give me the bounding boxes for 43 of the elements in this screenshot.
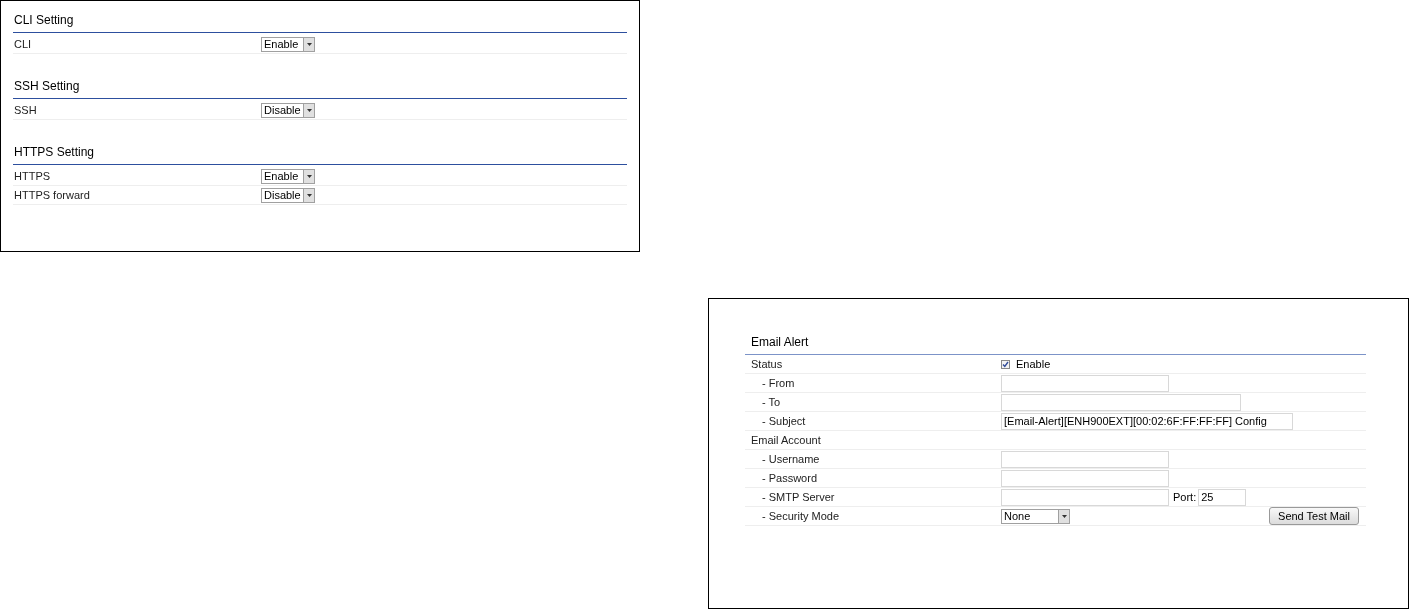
caret-icon	[303, 37, 314, 51]
input-field[interactable]: 25	[1198, 488, 1247, 506]
checkbox-label: Enable	[1016, 356, 1051, 372]
setting-label: HTTPS	[13, 168, 52, 184]
send-test-mail-button[interactable]: Send Test Mail	[1269, 507, 1359, 525]
input-field[interactable]	[1001, 393, 1241, 411]
group-label: Status	[750, 356, 784, 372]
dropdown-value: Disable	[263, 188, 302, 202]
dropdown[interactable]: Disable	[261, 187, 315, 203]
group-label: Email Account	[750, 432, 822, 448]
input-field[interactable]	[1001, 488, 1169, 506]
field-label: - Password	[761, 470, 819, 486]
field-label: - Username	[761, 451, 821, 467]
input-field[interactable]	[1001, 469, 1169, 487]
dropdown[interactable]: None	[1001, 508, 1070, 524]
field-label: - SMTP Server	[761, 489, 836, 505]
setting-label: CLI	[13, 36, 33, 52]
dropdown-value: None	[1003, 509, 1032, 523]
caret-icon	[1058, 509, 1069, 523]
input-field[interactable]	[1001, 374, 1169, 392]
caret-icon	[303, 188, 314, 202]
field-label: - Subject	[761, 413, 807, 429]
input-field[interactable]: [Email-Alert][ENH900EXT][00:02:6F:FF:FF:FF] Config	[1001, 412, 1293, 430]
dropdown-value: Disable	[263, 103, 302, 117]
checkbox[interactable]	[1001, 359, 1010, 369]
input-field[interactable]	[1001, 450, 1169, 468]
dropdown[interactable]: Enable	[261, 36, 315, 52]
field-label: - To	[761, 394, 782, 410]
field-label: - From	[761, 375, 796, 391]
port-label: Port:	[1173, 489, 1197, 505]
section-title: CLI Setting	[13, 11, 627, 33]
dropdown-value: Enable	[263, 37, 300, 51]
field-label: - Security Mode	[761, 508, 841, 524]
dropdown-value: Enable	[263, 169, 300, 183]
setting-label: SSH	[13, 102, 38, 118]
setting-label: HTTPS forward	[13, 187, 91, 203]
dropdown[interactable]: Disable	[261, 102, 315, 118]
caret-icon	[303, 103, 314, 117]
dropdown[interactable]: Enable	[261, 168, 315, 184]
section-title: HTTPS Setting	[13, 143, 627, 165]
section-title: SSH Setting	[13, 77, 627, 99]
section-title: Email Alert	[745, 334, 1366, 355]
caret-icon	[303, 169, 314, 183]
